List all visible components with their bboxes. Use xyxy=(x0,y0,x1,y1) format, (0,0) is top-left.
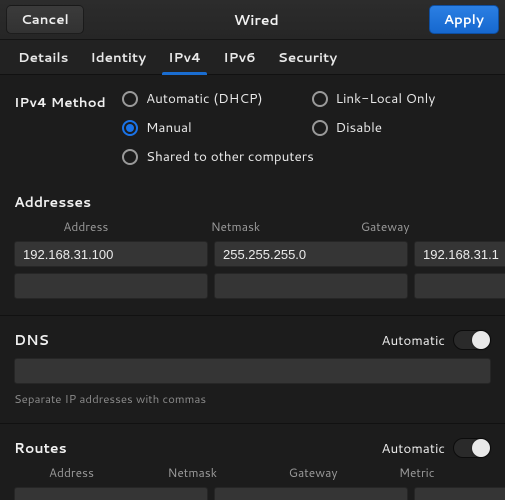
radio-link-local-only[interactable]: Link-Local Only xyxy=(312,89,492,108)
dns-input[interactable] xyxy=(14,358,491,384)
tab-details[interactable]: Details xyxy=(8,40,78,75)
route-gateway-input[interactable] xyxy=(414,487,505,500)
col-gateway: Gateway xyxy=(256,464,371,481)
route-address-input[interactable] xyxy=(14,487,208,500)
routes-section: Routes Automatic Address Netmask Gateway… xyxy=(14,438,491,500)
gateway-input[interactable] xyxy=(414,273,505,299)
radio-label: Link-Local Only xyxy=(336,89,436,108)
radio-label: Automatic (DHCP) xyxy=(146,89,263,108)
radio-label: Disable xyxy=(336,118,383,137)
tab-identity[interactable]: Identity xyxy=(80,40,156,75)
netmask-input[interactable] xyxy=(214,273,408,299)
tab-ipv6[interactable]: IPv6 xyxy=(213,40,266,75)
radio-manual[interactable]: Manual xyxy=(122,118,302,137)
col-netmask: Netmask xyxy=(164,218,308,235)
route-netmask-input[interactable] xyxy=(214,487,408,500)
address-row xyxy=(14,273,491,299)
addresses-title: Addresses xyxy=(14,192,91,212)
radio-icon xyxy=(312,120,328,136)
routes-automatic-label: Automatic xyxy=(381,439,445,458)
address-input[interactable] xyxy=(14,273,208,299)
routes-header: Address Netmask Gateway Metric xyxy=(14,464,491,481)
col-netmask: Netmask xyxy=(135,464,250,481)
cancel-button[interactable]: Cancel xyxy=(6,5,84,34)
address-input[interactable] xyxy=(14,241,208,267)
divider xyxy=(0,315,505,316)
tab-bar: Details Identity IPv4 IPv6 Security xyxy=(0,40,505,75)
dns-hint: Separate IP addresses with commas xyxy=(14,390,491,407)
radio-icon xyxy=(122,149,138,165)
dns-title: DNS xyxy=(14,330,49,350)
divider xyxy=(0,423,505,424)
dns-automatic-label: Automatic xyxy=(381,331,445,350)
radio-disable[interactable]: Disable xyxy=(312,118,492,137)
routes-automatic-toggle[interactable] xyxy=(453,438,491,458)
ipv4-method-options: Automatic (DHCP) Link-Local Only Manual … xyxy=(122,89,491,166)
radio-label: Shared to other computers xyxy=(146,147,314,166)
address-row xyxy=(14,241,491,267)
gateway-input[interactable] xyxy=(414,241,505,267)
col-address: Address xyxy=(14,218,158,235)
dns-section: DNS Automatic Separate IP addresses with… xyxy=(14,330,491,407)
col-metric: Metric xyxy=(377,464,457,481)
titlebar: Cancel Wired Apply xyxy=(0,0,505,40)
radio-icon xyxy=(122,91,138,107)
apply-button[interactable]: Apply xyxy=(429,5,499,34)
ipv4-method-label: IPv4 Method xyxy=(14,89,122,112)
col-address: Address xyxy=(14,464,129,481)
radio-automatic-dhcp[interactable]: Automatic (DHCP) xyxy=(122,89,302,108)
content: IPv4 Method Automatic (DHCP) Link-Local … xyxy=(0,75,505,500)
radio-shared[interactable]: Shared to other computers xyxy=(122,147,491,166)
tab-security[interactable]: Security xyxy=(268,40,347,75)
window-title: Wired xyxy=(84,10,429,30)
netmask-input[interactable] xyxy=(214,241,408,267)
addresses-header: Address Netmask Gateway xyxy=(14,218,491,235)
dns-automatic-toggle[interactable] xyxy=(453,330,491,350)
radio-icon xyxy=(122,120,138,136)
addresses-section: Addresses Address Netmask Gateway xyxy=(14,192,491,299)
radio-label: Manual xyxy=(146,118,192,137)
route-row xyxy=(14,487,491,500)
tab-ipv4[interactable]: IPv4 xyxy=(158,40,211,75)
radio-icon xyxy=(312,91,328,107)
routes-title: Routes xyxy=(14,438,67,458)
ipv4-method-row: IPv4 Method Automatic (DHCP) Link-Local … xyxy=(14,89,491,166)
col-gateway: Gateway xyxy=(313,218,457,235)
